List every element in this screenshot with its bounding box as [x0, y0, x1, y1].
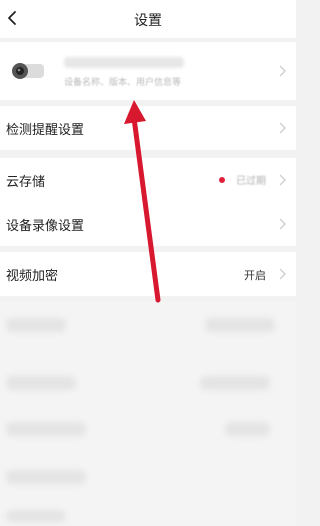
blurred-row: [6, 470, 86, 484]
blurred-row: [6, 510, 66, 522]
detection-alert-settings-item[interactable]: 检测提醒设置: [0, 106, 296, 150]
chevron-right-icon: [279, 218, 286, 230]
blurred-row: [6, 376, 76, 390]
device-info-subtitle: 设备名称、版本、用户信息等: [64, 78, 182, 88]
blurred-row: [225, 422, 270, 436]
video-encryption-value: 开启: [244, 269, 266, 282]
video-encryption-item[interactable]: 视频加密 开启: [0, 252, 296, 296]
status-dot: [219, 177, 225, 183]
camera-icon: [12, 63, 44, 79]
cloud-storage-label: 云存储: [6, 175, 46, 190]
device-name-redacted: [64, 57, 184, 68]
blurred-row: [6, 318, 66, 332]
blurred-row: [6, 422, 86, 436]
device-info-item[interactable]: 设备名称、版本、用户信息等: [0, 42, 296, 100]
chevron-right-icon: [279, 122, 286, 134]
recording-settings-label: 设备录像设置: [6, 219, 85, 234]
top-bar: 设置: [0, 0, 296, 38]
detection-alert-label: 检测提醒设置: [6, 123, 85, 138]
page-title: 设置: [134, 13, 162, 29]
chevron-right-icon: [279, 174, 286, 186]
recording-settings-item[interactable]: 设备录像设置: [0, 202, 296, 246]
video-encryption-label: 视频加密: [6, 269, 59, 284]
blurred-settings-area: [0, 302, 296, 526]
blurred-row: [205, 318, 275, 332]
chevron-right-icon: [279, 65, 286, 77]
chevron-right-icon: [279, 268, 286, 280]
cloud-storage-item[interactable]: 云存储 已过期: [0, 158, 296, 202]
cloud-storage-status: 已过期: [236, 176, 266, 187]
blurred-row: [200, 376, 270, 390]
